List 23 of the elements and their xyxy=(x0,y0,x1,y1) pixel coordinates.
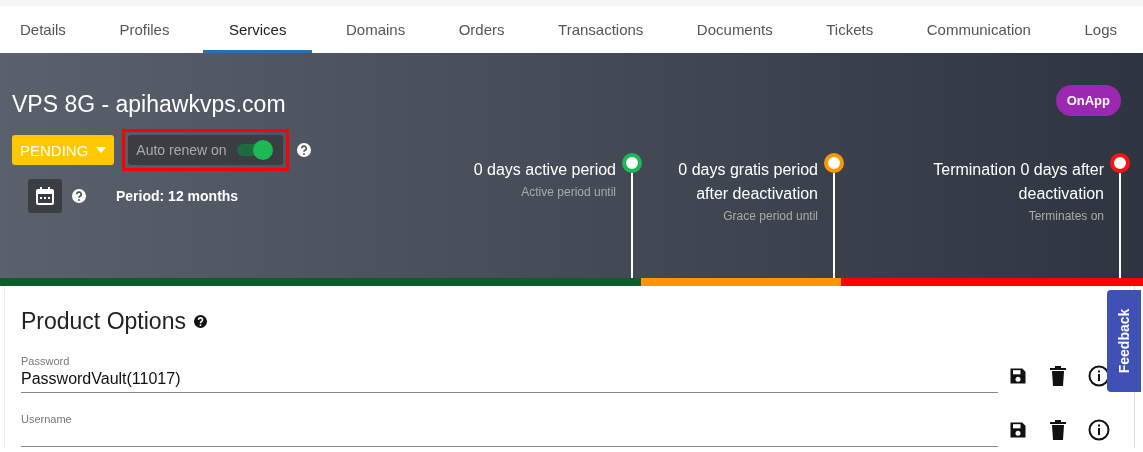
service-title: VPS 8G - apihawkvps.com xyxy=(12,91,286,118)
milestone-title: 0 days gratis period after deactivation xyxy=(677,160,818,204)
tab[interactable]: Domains xyxy=(325,6,426,53)
tab[interactable]: Details xyxy=(0,6,86,53)
provider-badge: OnApp xyxy=(1055,85,1121,116)
milestone-subtitle: Active period until xyxy=(521,185,616,199)
tab[interactable]: Transactions xyxy=(538,6,664,53)
milestone-subtitle: Terminates on xyxy=(1028,209,1104,223)
tab[interactable]: Tickets xyxy=(806,6,894,53)
feedback-button[interactable]: Feedback xyxy=(1107,290,1141,392)
tab[interactable]: Logs xyxy=(1064,6,1137,53)
tab[interactable]: Communication xyxy=(906,6,1051,53)
text-field[interactable]: Username xyxy=(21,413,998,447)
tab[interactable]: Profiles xyxy=(99,6,190,53)
auto-renew-label: Auto renew on xyxy=(136,142,227,158)
period-text: Period: 12 months xyxy=(116,188,239,204)
milestone-title: Termination 0 days after deactivation xyxy=(932,160,1104,204)
milestone-subtitle: Grace period until xyxy=(723,209,818,223)
milestone-title: 0 days active period xyxy=(473,160,616,180)
tab[interactable]: Documents xyxy=(676,6,793,53)
section-title: Product Options xyxy=(21,308,186,335)
text-field[interactable]: Password PasswordVault(11017) xyxy=(21,355,998,393)
tab[interactable]: Orders xyxy=(438,6,525,53)
